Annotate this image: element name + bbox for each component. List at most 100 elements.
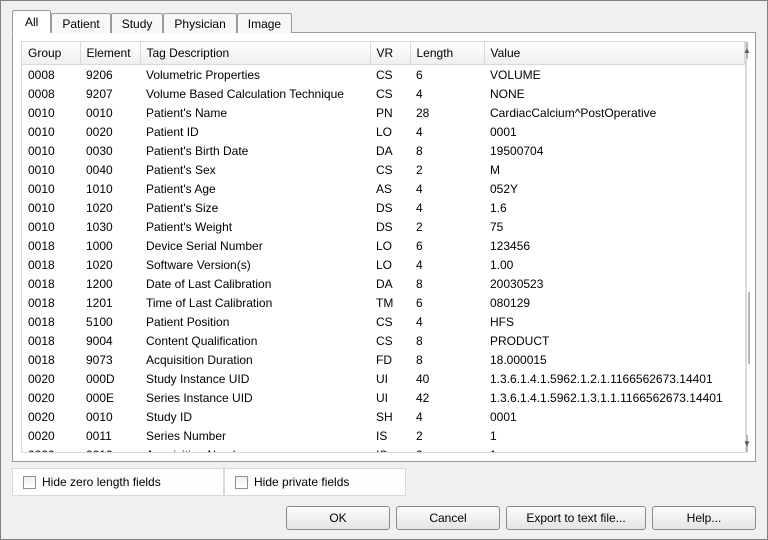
table-row[interactable]: 00100040Patient's SexCS2M — [22, 160, 745, 179]
cell-element: 1030 — [80, 217, 140, 236]
cell-desc: Volume Based Calculation Technique — [140, 84, 370, 103]
tab-physician[interactable]: Physician — [163, 13, 236, 33]
cell-desc: Patient's Age — [140, 179, 370, 198]
col-header-element[interactable]: Element — [80, 42, 140, 65]
table-row[interactable]: 00200011Series NumberIS21 — [22, 426, 745, 445]
cell-desc: Patient's Name — [140, 103, 370, 122]
cell-element: 0012 — [80, 445, 140, 452]
cell-element: 0011 — [80, 426, 140, 445]
table-row[interactable]: 00181201Time of Last CalibrationTM608012… — [22, 293, 745, 312]
cell-value: 1.00 — [484, 255, 745, 274]
help-button[interactable]: Help... — [652, 506, 756, 530]
col-header-value[interactable]: Value — [484, 42, 745, 65]
hide-zero-length-option[interactable]: Hide zero length fields — [12, 468, 224, 496]
table-row[interactable]: 0020000DStudy Instance UIDUI401.3.6.1.4.… — [22, 369, 745, 388]
cell-desc: Device Serial Number — [140, 236, 370, 255]
cell-group: 0018 — [22, 255, 80, 274]
table-row[interactable]: 00100010Patient's NamePN28CardiacCalcium… — [22, 103, 745, 122]
cell-element: 9206 — [80, 65, 140, 85]
col-header-group[interactable]: Group — [22, 42, 80, 65]
cell-len: 4 — [410, 84, 484, 103]
cell-len: 4 — [410, 198, 484, 217]
scroll-up-button[interactable]: ▲ — [746, 42, 748, 59]
table-row[interactable]: 00189073Acquisition DurationFD818.000015 — [22, 350, 745, 369]
cell-group: 0010 — [22, 217, 80, 236]
cell-value: 20030523 — [484, 274, 745, 293]
table-row[interactable]: 00185100Patient PositionCS4HFS — [22, 312, 745, 331]
cell-group: 0018 — [22, 293, 80, 312]
table-row[interactable]: 00100020Patient IDLO40001 — [22, 122, 745, 141]
cell-element: 1010 — [80, 179, 140, 198]
tab-study[interactable]: Study — [111, 13, 164, 33]
ok-button[interactable]: OK — [286, 506, 390, 530]
table-row[interactable]: 00101020Patient's SizeDS41.6 — [22, 198, 745, 217]
tab-strip: AllPatientStudyPhysicianImage — [12, 10, 756, 32]
tag-list[interactable]: Group Element Tag Description VR Length … — [22, 42, 745, 452]
dialog-button-row: OK Cancel Export to text file... Help... — [4, 506, 756, 530]
cell-element: 5100 — [80, 312, 140, 331]
options-bar: Hide zero length fields Hide private fie… — [12, 468, 756, 496]
cell-vr: TM — [370, 293, 410, 312]
scroll-down-button[interactable]: ▼ — [746, 435, 748, 452]
table-row[interactable]: 00181000Device Serial NumberLO6123456 — [22, 236, 745, 255]
tab-patient[interactable]: Patient — [51, 13, 110, 33]
cell-desc: Patient's Weight — [140, 217, 370, 236]
cell-len: 4 — [410, 312, 484, 331]
checkbox-icon[interactable] — [235, 476, 248, 489]
table-row[interactable]: 00100030Patient's Birth DateDA819500704 — [22, 141, 745, 160]
cell-element: 1020 — [80, 255, 140, 274]
cell-value: VOLUME — [484, 65, 745, 85]
cell-element: 9073 — [80, 350, 140, 369]
cell-desc: Study ID — [140, 407, 370, 426]
cell-len: 2 — [410, 426, 484, 445]
cell-vr: CS — [370, 331, 410, 350]
table-row[interactable]: 00181020Software Version(s)LO41.00 — [22, 255, 745, 274]
table-row[interactable]: 00101010Patient's AgeAS4052Y — [22, 179, 745, 198]
cell-group: 0018 — [22, 350, 80, 369]
cell-element: 000E — [80, 388, 140, 407]
table-row[interactable]: 00101030Patient's WeightDS275 — [22, 217, 745, 236]
table-row[interactable]: 00200012Acquisition NumberIS21 — [22, 445, 745, 452]
dialog-frame: AllPatientStudyPhysicianImage Group Elem… — [0, 0, 768, 540]
cell-element: 0010 — [80, 407, 140, 426]
table-row[interactable]: 00089207Volume Based Calculation Techniq… — [22, 84, 745, 103]
cell-desc: Software Version(s) — [140, 255, 370, 274]
col-header-length[interactable]: Length — [410, 42, 484, 65]
cell-vr: SH — [370, 407, 410, 426]
cell-len: 8 — [410, 274, 484, 293]
table-row[interactable]: 00200010Study IDSH40001 — [22, 407, 745, 426]
cell-vr: PN — [370, 103, 410, 122]
hide-private-option[interactable]: Hide private fields — [224, 468, 406, 496]
tab-all[interactable]: All — [12, 10, 51, 33]
cancel-button[interactable]: Cancel — [396, 506, 500, 530]
table-row[interactable]: 0020000ESeries Instance UIDUI421.3.6.1.4… — [22, 388, 745, 407]
cell-value: 19500704 — [484, 141, 745, 160]
tab-image[interactable]: Image — [237, 13, 292, 33]
vertical-scrollbar[interactable]: ▲ ▼ — [745, 42, 746, 452]
cell-vr: LO — [370, 236, 410, 255]
cell-value: 0001 — [484, 407, 745, 426]
cell-desc: Content Qualification — [140, 331, 370, 350]
cell-group: 0020 — [22, 407, 80, 426]
table-row[interactable]: 00189004Content QualificationCS8PRODUCT — [22, 331, 745, 350]
col-header-vr[interactable]: VR — [370, 42, 410, 65]
cell-len: 2 — [410, 445, 484, 452]
cell-vr: UI — [370, 388, 410, 407]
col-header-desc[interactable]: Tag Description — [140, 42, 370, 65]
cell-element: 1000 — [80, 236, 140, 255]
cell-group: 0020 — [22, 445, 80, 452]
cell-element: 9004 — [80, 331, 140, 350]
tag-table: Group Element Tag Description VR Length … — [22, 42, 745, 452]
cell-desc: Patient Position — [140, 312, 370, 331]
cell-value: CardiacCalcium^PostOperative — [484, 103, 745, 122]
checkbox-icon[interactable] — [23, 476, 36, 489]
table-row[interactable]: 00181200Date of Last CalibrationDA820030… — [22, 274, 745, 293]
cell-vr: IS — [370, 445, 410, 452]
export-button[interactable]: Export to text file... — [506, 506, 646, 530]
cell-group: 0010 — [22, 141, 80, 160]
table-row[interactable]: 00089206Volumetric PropertiesCS6VOLUME — [22, 65, 745, 85]
scroll-thumb[interactable] — [748, 292, 750, 364]
hide-private-label: Hide private fields — [254, 475, 349, 489]
cell-element: 0020 — [80, 122, 140, 141]
cell-element: 1200 — [80, 274, 140, 293]
